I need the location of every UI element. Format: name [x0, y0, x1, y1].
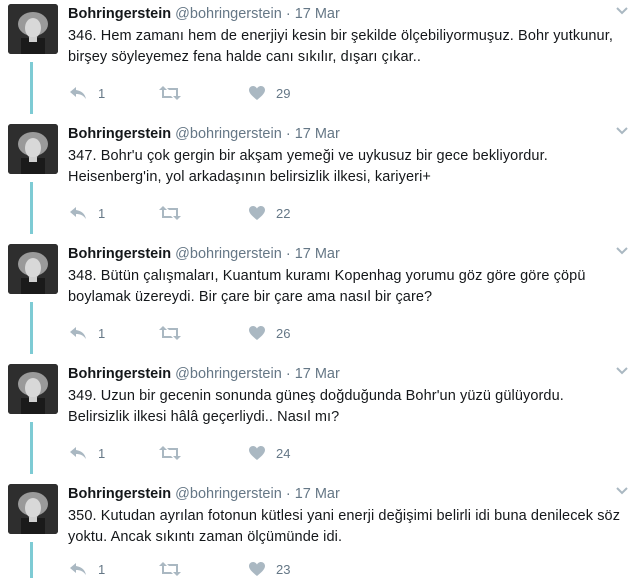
like-count: 29 [276, 85, 291, 101]
tweet-text: 347. Bohr'u çok gergin bir akşam yemeği … [68, 148, 548, 185]
chevron-down-icon[interactable] [615, 364, 629, 378]
reply-count: 1 [98, 561, 106, 577]
retweet-icon [158, 445, 182, 461]
username[interactable]: @bohringerstein [175, 246, 282, 262]
tweet-text: 348. Bütün çalışmaları, Kuantum kuramı K… [68, 268, 586, 305]
timestamp[interactable]: 17 Mar [295, 6, 340, 22]
reply-icon [68, 561, 88, 577]
timestamp[interactable]: 17 Mar [295, 486, 340, 502]
avatar[interactable] [8, 364, 58, 414]
like-button[interactable]: 29 [248, 82, 290, 104]
reply-button[interactable]: 1 [68, 558, 105, 580]
retweet-button[interactable] [158, 442, 182, 464]
reply-count: 1 [98, 445, 106, 461]
username[interactable]: @bohringerstein [175, 6, 282, 22]
tweet-header: Bohringerstein @bohringerstein · 17 Mar [68, 126, 340, 142]
tweet-thread: Bohringerstein @bohringerstein · 17 Mar … [0, 0, 635, 578]
display-name[interactable]: Bohringerstein [68, 486, 171, 502]
retweet-button[interactable] [158, 322, 182, 344]
heart-icon [248, 325, 266, 341]
heart-icon [248, 445, 266, 461]
avatar[interactable] [8, 124, 58, 174]
like-button[interactable]: 24 [248, 442, 290, 464]
tweet-text: 349. Uzun bir gecenin sonunda güneş doğd… [68, 388, 564, 425]
retweet-icon [158, 205, 182, 221]
separator-dot: · [285, 6, 291, 22]
tweet-header: Bohringerstein @bohringerstein · 17 Mar [68, 486, 340, 502]
heart-icon [248, 561, 266, 577]
tweet-header: Bohringerstein @bohringerstein · 17 Mar [68, 6, 340, 22]
reply-count: 1 [98, 85, 106, 101]
like-count: 24 [276, 445, 291, 461]
reply-button[interactable]: 1 [68, 322, 105, 344]
tweet-actions: 1 24 [68, 442, 368, 464]
chevron-down-icon[interactable] [615, 4, 629, 18]
tweet-header: Bohringerstein @bohringerstein · 17 Mar [68, 366, 340, 382]
tweet[interactable]: Bohringerstein @bohringerstein · 17 Mar … [0, 124, 635, 244]
tweet-actions: 1 29 [68, 82, 368, 104]
reply-count: 1 [98, 205, 106, 221]
tweet-actions: 1 26 [68, 322, 368, 344]
retweet-button[interactable] [158, 202, 182, 224]
like-count: 23 [276, 561, 291, 577]
tweet[interactable]: Bohringerstein @bohringerstein · 17 Mar … [0, 244, 635, 364]
display-name[interactable]: Bohringerstein [68, 366, 171, 382]
reply-button[interactable]: 1 [68, 82, 105, 104]
username[interactable]: @bohringerstein [175, 366, 282, 382]
username[interactable]: @bohringerstein [175, 126, 282, 142]
avatar[interactable] [8, 244, 58, 294]
like-button[interactable]: 23 [248, 558, 290, 580]
username[interactable]: @bohringerstein [175, 486, 282, 502]
separator-dot: · [285, 126, 291, 142]
tweet-header: Bohringerstein @bohringerstein · 17 Mar [68, 246, 340, 262]
like-button[interactable]: 22 [248, 202, 290, 224]
display-name[interactable]: Bohringerstein [68, 6, 171, 22]
tweet-text: 350. Kutudan ayrılan fotonun kütlesi yan… [68, 508, 621, 545]
display-name[interactable]: Bohringerstein [68, 246, 171, 262]
chevron-down-icon[interactable] [615, 244, 629, 258]
like-button[interactable]: 26 [248, 322, 290, 344]
retweet-icon [158, 325, 182, 341]
heart-icon [248, 85, 266, 101]
chevron-down-icon[interactable] [615, 124, 629, 138]
separator-dot: · [285, 486, 291, 502]
retweet-button[interactable] [158, 82, 182, 104]
tweet-actions: 1 23 [68, 558, 368, 580]
separator-dot: · [285, 366, 291, 382]
tweet-text: 346. Hem zamanı hem de enerjiyi kesin bi… [68, 28, 613, 65]
avatar[interactable] [8, 484, 58, 534]
chevron-down-icon[interactable] [615, 484, 629, 498]
avatar[interactable] [8, 4, 58, 54]
tweet-actions: 1 22 [68, 202, 368, 224]
retweet-icon [158, 561, 182, 577]
reply-icon [68, 205, 88, 221]
reply-icon [68, 85, 88, 101]
separator-dot: · [285, 246, 291, 262]
timestamp[interactable]: 17 Mar [295, 366, 340, 382]
timestamp[interactable]: 17 Mar [295, 126, 340, 142]
like-count: 26 [276, 325, 291, 341]
reply-count: 1 [98, 325, 106, 341]
heart-icon [248, 205, 266, 221]
timestamp[interactable]: 17 Mar [295, 246, 340, 262]
like-count: 22 [276, 205, 291, 221]
reply-icon [68, 325, 88, 341]
retweet-button[interactable] [158, 558, 182, 580]
reply-icon [68, 445, 88, 461]
tweet[interactable]: Bohringerstein @bohringerstein · 17 Mar … [0, 484, 635, 578]
tweet[interactable]: Bohringerstein @bohringerstein · 17 Mar … [0, 4, 635, 124]
tweet[interactable]: Bohringerstein @bohringerstein · 17 Mar … [0, 364, 635, 484]
display-name[interactable]: Bohringerstein [68, 126, 171, 142]
reply-button[interactable]: 1 [68, 202, 105, 224]
reply-button[interactable]: 1 [68, 442, 105, 464]
retweet-icon [158, 85, 182, 101]
